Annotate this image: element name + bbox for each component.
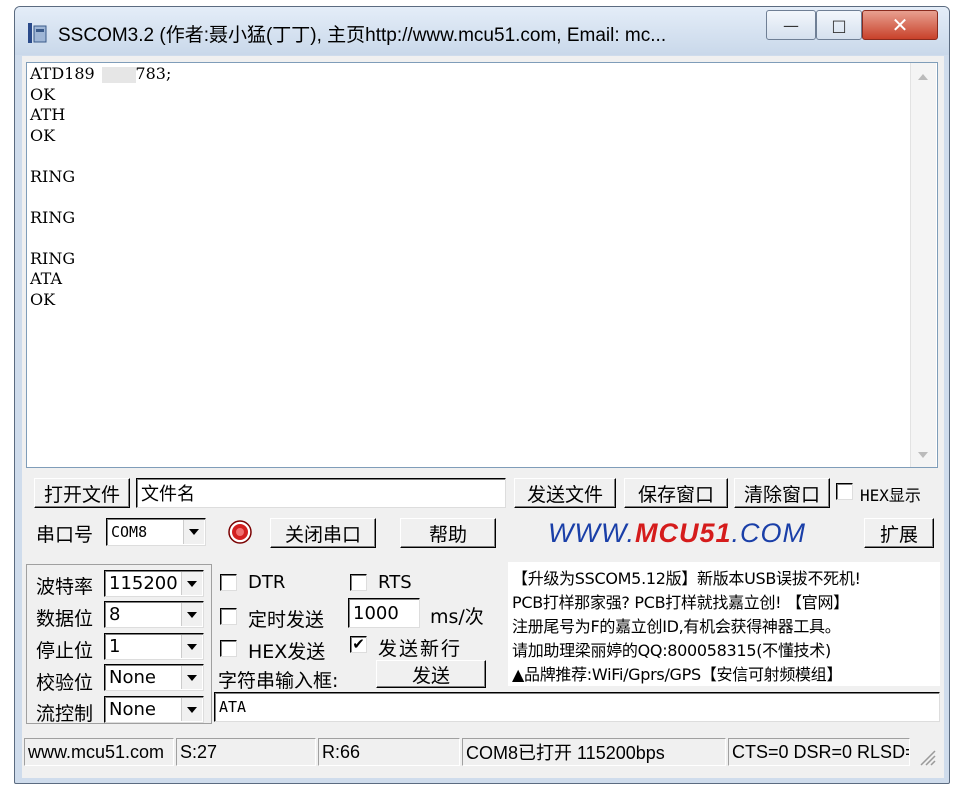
interval-unit-label: ms/次 [430,606,484,628]
minimize-button[interactable]: — [766,10,816,40]
notice-line-qq[interactable]: 请加助理梁丽婷的QQ:800058315(不懂技术) [512,637,831,661]
logo-suffix: .COM [731,518,806,548]
port-select[interactable]: COM8 [106,518,206,546]
resize-grip-icon[interactable] [918,748,936,766]
rts-checkbox[interactable] [350,574,367,591]
parity-label: 校验位 [36,672,94,694]
notice-line-register[interactable]: 注册尾号为F的嘉立创ID,有机会获得神器工具。 [512,613,841,637]
data-bits-label: 数据位 [36,608,94,630]
redacted-digits [102,67,136,83]
parity-value: None [109,667,156,688]
timed-send-checkbox[interactable] [220,608,237,625]
notice-line-brand[interactable]: ▲品牌推荐:WiFi/Gprs/GPS【安信可射频模组】 [512,661,842,685]
port-select-value: COM8 [111,523,148,541]
help-button[interactable]: 帮助 [400,518,496,548]
string-input-label: 字符串输入框: [218,670,339,692]
hex-display-checkbox[interactable] [836,483,853,500]
file-name-input[interactable]: 文件名 [136,478,506,508]
open-file-button[interactable]: 打开文件 [34,478,130,508]
chevron-down-icon[interactable] [181,572,202,595]
expand-button[interactable]: 扩展 [864,518,934,548]
baud-value: 115200 [109,573,178,594]
flow-control-label: 流控制 [36,703,94,725]
close-button[interactable]: ✕ [862,10,938,40]
hex-send-checkbox[interactable] [220,640,237,657]
window-title: SSCOM3.2 (作者:聂小猛(丁丁), 主页http://www.mcu51… [58,25,667,46]
hex-display-label: HEX显示 [860,486,921,505]
flow-control-select[interactable]: None [104,696,204,723]
send-newline-checkbox[interactable]: ✔ [350,636,367,653]
send-file-button[interactable]: 发送文件 [514,478,616,508]
vertical-scrollbar[interactable] [910,63,936,467]
record-indicator-icon [228,520,252,544]
send-input[interactable]: ATA [214,692,940,722]
status-port-state: COM8已打开 115200bps [462,738,726,766]
status-sent-count: S:27 [176,738,316,766]
send-button[interactable]: 发送 [376,660,486,688]
flow-control-value: None [109,699,156,720]
data-bits-value: 8 [109,604,121,625]
status-received-count: R:66 [318,738,460,766]
notice-line-pcb[interactable]: PCB打样那家强? PCB打样就找嘉立创! 【官网】 [512,589,849,613]
chevron-down-icon[interactable] [183,520,204,544]
send-newline-label: 发送新行 [378,638,463,660]
status-website[interactable]: www.mcu51.com [24,738,174,766]
save-window-button[interactable]: 保存窗口 [624,478,728,508]
stop-bits-value: 1 [109,636,121,657]
scroll-up-arrow-icon[interactable] [918,74,928,80]
status-signals: CTS=0 DSR=0 RLSD=0 [728,738,910,766]
dtr-label: DTR [248,572,286,593]
logo-brand: MCU51 [634,518,732,548]
receive-text: ATD189 3783; OK ATH OK RING RING RING AT… [30,64,172,309]
chevron-down-icon[interactable] [181,603,202,626]
port-label: 串口号 [36,524,94,546]
chevron-down-icon[interactable] [181,635,202,658]
maximize-button[interactable]: □ [816,10,862,40]
dtr-checkbox[interactable] [220,574,237,591]
baud-label: 波特率 [36,576,94,598]
logo-prefix: WWW. [548,518,635,548]
chevron-down-icon[interactable] [181,698,202,721]
clear-window-button[interactable]: 清除窗口 [734,478,830,508]
stop-bits-label: 停止位 [36,640,94,662]
interval-input[interactable]: 1000 [348,598,420,628]
mcu51-logo[interactable]: WWW.MCU51.COM [548,518,806,549]
data-bits-select[interactable]: 8 [104,601,204,628]
scroll-down-arrow-icon[interactable] [918,452,928,458]
app-icon [28,23,47,43]
rts-label: RTS [378,572,412,593]
hex-send-label: HEX发送 [248,641,326,663]
parity-select[interactable]: None [104,664,204,691]
notice-line-upgrade[interactable]: 【升级为SSCOM5.12版】新版本USB误拔不死机! [512,565,861,589]
chevron-down-icon[interactable] [181,666,202,689]
baud-select[interactable]: 115200 [104,570,204,597]
stop-bits-select[interactable]: 1 [104,633,204,660]
timed-send-label: 定时发送 [248,609,325,631]
close-port-button[interactable]: 关闭串口 [270,518,376,548]
